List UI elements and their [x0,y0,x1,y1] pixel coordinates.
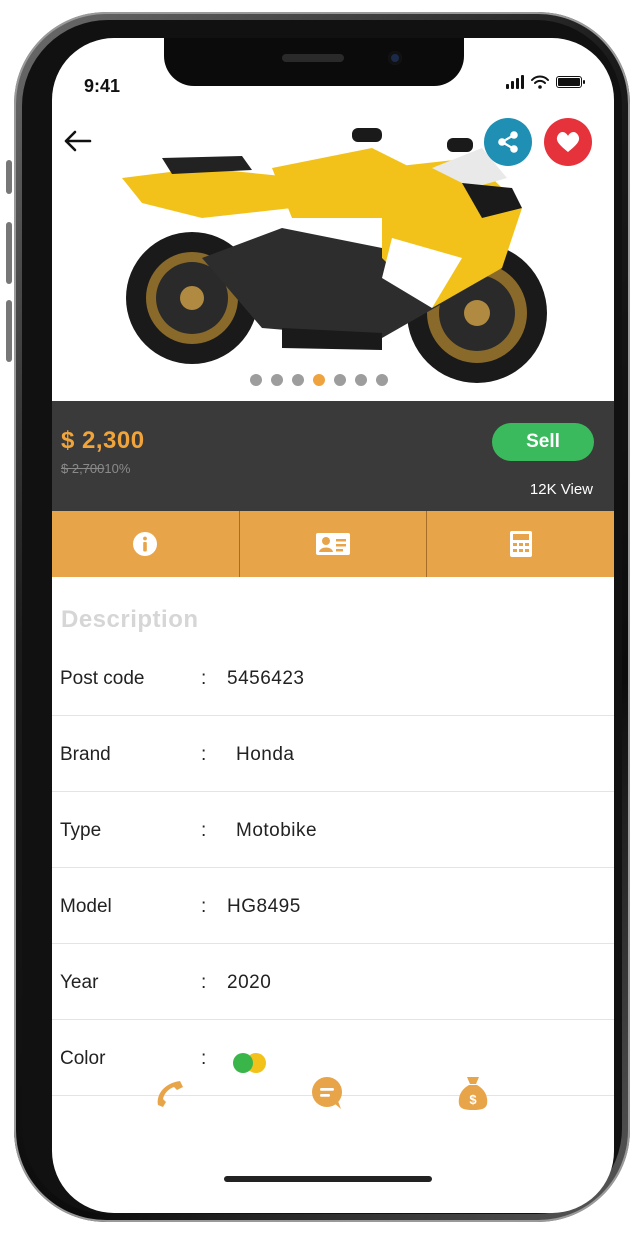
pagination-dot[interactable] [376,374,388,386]
spec-separator: : [201,744,207,765]
side-button-volume-down [6,300,12,362]
chat-button[interactable] [304,1070,350,1116]
spec-separator: : [201,820,207,841]
tab-seller[interactable] [240,511,428,577]
status-time: 9:41 [84,76,121,96]
home-indicator[interactable] [224,1176,432,1182]
side-button-volume-up [6,222,12,284]
pagination-dot[interactable] [292,374,304,386]
pagination-dot[interactable] [250,374,262,386]
app-screen: 9:41 $ 2,300 $ 2,70010% Sell 12K View De… [52,38,614,1213]
favorite-button[interactable] [544,118,592,166]
id-card-icon [316,533,350,555]
info-icon [133,532,158,556]
view-count: 12K View [529,481,593,498]
spec-label: Color [60,1048,106,1069]
old-price-line: $ 2,70010% [61,461,130,476]
discount: 10% [104,461,131,476]
battery-icon [556,76,585,88]
spec-separator: : [201,1048,207,1069]
notch [164,38,464,86]
sell-button[interactable]: Sell [492,423,594,461]
spec-separator: : [201,668,207,689]
side-button-mute [6,160,12,194]
spec-label: Year [60,972,99,993]
spec-label: Post code [60,668,145,689]
heart-icon [556,132,580,152]
speaker [282,54,344,62]
share-icon [498,131,518,153]
spec-value: 2020 [227,972,272,993]
share-button[interactable] [484,118,532,166]
phone-icon [157,1081,183,1107]
spec-label: Type [60,820,102,841]
gallery-pagination [250,374,388,386]
spec-value: HG8495 [227,896,301,917]
tab-info[interactable] [52,511,240,577]
pagination-dot[interactable] [355,374,367,386]
spec-row-year: Year : 2020 [52,944,614,1020]
status-icons [506,75,585,89]
spec-list: Post code : 5456423 Brand : Honda Type :… [52,640,614,1096]
offer-button[interactable]: $ [450,1070,496,1116]
old-price: $ 2,700 [61,461,105,476]
chat-icon [312,1077,342,1109]
pagination-dot[interactable] [271,374,283,386]
section-title: Description [61,606,199,633]
front-camera [388,51,402,65]
spec-label: Brand [60,744,111,765]
current-price: $ 2,300 [61,427,145,454]
spec-separator: : [201,896,207,917]
spec-separator: : [201,972,207,993]
pagination-dot[interactable] [313,374,325,386]
back-arrow-icon[interactable] [60,123,96,159]
wifi-icon [531,75,549,89]
cellular-signal-icon [506,75,524,89]
detail-tabs [52,511,614,577]
svg-text:$: $ [469,1092,477,1107]
spec-row-brand: Brand : Honda [52,716,614,792]
spec-row-type: Type : Motobike [52,792,614,868]
spec-row-model: Model : HG8495 [52,868,614,944]
spec-row-post-code: Post code : 5456423 [52,640,614,716]
money-bag-icon: $ [458,1077,488,1110]
spec-label: Model [60,896,112,917]
calculator-icon [509,531,532,557]
pagination-dot[interactable] [334,374,346,386]
bottom-action-bar: $ [52,1068,614,1128]
spec-value: 5456423 [227,668,305,689]
spec-value: Honda [236,744,295,765]
tab-calculator[interactable] [427,511,614,577]
spec-value: Motobike [236,820,318,841]
price-bar: $ 2,300 $ 2,70010% Sell 12K View [52,401,614,511]
call-button[interactable] [147,1070,193,1116]
product-image[interactable] [52,108,614,410]
